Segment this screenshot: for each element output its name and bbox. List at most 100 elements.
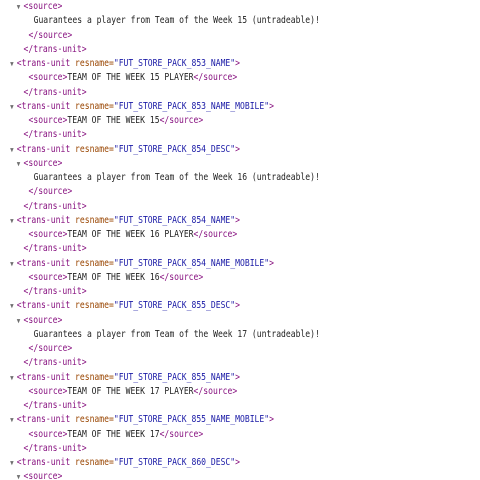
xml-tag: </source> [28,343,73,354]
xml-attribute-value: "FUT_STORE_PACK_860_DESC" [113,457,236,468]
xml-line[interactable]: ▼ <trans-unit resname="FUT_STORE_PACK_854… [0,214,480,228]
xml-attribute-name: resname= [75,457,114,468]
xml-tag: <source> [23,314,63,326]
xml-line[interactable]: ▼ <trans-unit resname="FUT_STORE_PACK_854… [0,143,480,157]
disclosure-triangle-down-icon[interactable]: ▼ [10,143,17,157]
xml-line[interactable]: <source>TEAM OF THE WEEK 15</source> [0,114,480,128]
xml-tag: </trans-unit> [23,286,87,297]
xml-text: TEAM OF THE WEEK 17 PLAYER [67,385,194,397]
disclosure-triangle-down-icon[interactable]: ▼ [10,413,17,427]
xml-text: Guarantees a player from Team of the Wee… [33,328,320,340]
xml-tag: <trans-unit [16,143,76,155]
disclosure-triangle-down-icon[interactable]: ▼ [17,470,24,480]
xml-tag: </source> [193,229,238,240]
xml-attribute-name: resname= [75,300,114,312]
xml-tag: <trans-unit [16,58,76,69]
xml-line[interactable]: ▼ <trans-unit resname="FUT_STORE_PACK_855… [0,413,480,427]
xml-line[interactable]: ▼ <trans-unit resname="FUT_STORE_PACK_853… [0,57,480,71]
xml-tag: </source> [28,29,73,41]
xml-tag: </trans-unit> [23,400,87,411]
xml-line[interactable]: </trans-unit> [0,200,480,214]
disclosure-triangle-down-icon[interactable]: ▼ [10,57,17,71]
xml-line[interactable]: <source>TEAM OF THE WEEK 16 PLAYER</sour… [0,228,480,242]
xml-tag: > [235,300,241,312]
xml-tag: > [269,414,274,426]
xml-line[interactable]: <source>TEAM OF THE WEEK 17</source> [0,428,480,442]
xml-tag: </trans-unit> [23,357,87,369]
xml-tag: > [269,100,274,112]
xml-line[interactable]: ▼ <source> [0,0,480,14]
xml-tag: <trans-unit [16,100,76,112]
xml-attribute-name: resname= [75,371,114,383]
xml-attribute-value: "FUT_STORE_PACK_855_NAME_MOBILE" [113,414,270,426]
xml-line[interactable]: </trans-unit> [0,128,480,142]
xml-tag: <trans-unit [16,371,76,383]
xml-attribute-value: "FUT_STORE_PACK_855_NAME" [113,371,236,383]
xml-attribute-value: "FUT_STORE_PACK_854_NAME_MOBILE" [113,257,270,269]
xml-tag: <source> [28,271,68,283]
disclosure-triangle-down-icon[interactable]: ▼ [17,157,24,171]
xml-line[interactable]: Guarantees a player from Team of the Wee… [0,171,480,185]
xml-source-viewer: ▼ <source> Guarantees a player from Team o… [0,0,480,480]
xml-line[interactable]: Guarantees a player from Team of the Wee… [0,328,480,342]
xml-attribute-value: "FUT_STORE_PACK_854_DESC" [113,143,236,155]
xml-line[interactable]: Guarantees a player from Team of the Wee… [0,14,480,28]
xml-line[interactable]: </trans-unit> [0,86,480,100]
xml-tag: > [235,214,241,226]
xml-tag: </source> [159,271,204,283]
xml-line[interactable]: <source>TEAM OF THE WEEK 15 PLAYER</sour… [0,71,480,85]
xml-tag: <source> [28,428,68,440]
xml-tag: <source> [23,471,63,480]
xml-tag: <trans-unit [16,257,76,269]
xml-tag: <source> [28,115,68,126]
xml-tag: <source> [28,385,68,397]
xml-text: TEAM OF THE WEEK 16 PLAYER [67,229,194,240]
xml-tag: </trans-unit> [23,43,87,55]
xml-line[interactable]: </trans-unit> [0,356,480,370]
xml-tag: </trans-unit> [23,200,87,212]
xml-attribute-value: "FUT_STORE_PACK_853_NAME" [113,58,236,69]
xml-attribute-value: "FUT_STORE_PACK_854_NAME" [113,214,236,226]
xml-line[interactable]: </source> [0,185,480,199]
xml-tag: </source> [193,72,238,84]
xml-line[interactable]: ▼ <trans-unit resname="FUT_STORE_PACK_855… [0,299,480,313]
disclosure-triangle-down-icon[interactable]: ▼ [10,456,17,470]
xml-tag: <trans-unit [16,414,76,426]
xml-tag: </trans-unit> [23,442,87,454]
disclosure-triangle-down-icon[interactable]: ▼ [10,100,17,114]
xml-tag: > [235,371,241,383]
xml-tag: > [235,457,241,468]
xml-line[interactable]: </trans-unit> [0,43,480,57]
xml-line[interactable]: </trans-unit> [0,399,480,413]
disclosure-triangle-down-icon[interactable]: ▼ [10,214,17,228]
xml-line[interactable]: </trans-unit> [0,242,480,256]
disclosure-triangle-down-icon[interactable]: ▼ [10,257,17,271]
xml-tag: > [269,257,274,269]
xml-attribute-name: resname= [75,58,114,69]
xml-tag: <trans-unit [16,457,76,468]
xml-line[interactable]: ▼ <trans-unit resname="FUT_STORE_PACK_854… [0,257,480,271]
xml-line[interactable]: ▼ <trans-unit resname="FUT_STORE_PACK_853… [0,100,480,114]
xml-text: TEAM OF THE WEEK 17 [67,428,160,440]
disclosure-triangle-down-icon[interactable]: ▼ [10,371,17,385]
xml-line[interactable]: ▼ <trans-unit resname="FUT_STORE_PACK_855… [0,371,480,385]
xml-line[interactable]: </source> [0,342,480,356]
xml-line[interactable]: ▼ <trans-unit resname="FUT_STORE_PACK_860… [0,456,480,470]
xml-line[interactable]: <source>TEAM OF THE WEEK 17 PLAYER</sour… [0,385,480,399]
disclosure-triangle-down-icon[interactable]: ▼ [17,314,24,328]
xml-text: Guarantees a player from Team of the Wee… [33,172,320,183]
xml-line[interactable]: ▼ <source> [0,470,480,480]
xml-line[interactable]: <source>TEAM OF THE WEEK 16</source> [0,271,480,285]
xml-tag: <source> [23,157,63,169]
xml-line[interactable]: ▼ <source> [0,314,480,328]
xml-tag: <trans-unit [16,214,76,226]
xml-line[interactable]: </source> [0,29,480,43]
xml-line[interactable]: ▼ <source> [0,157,480,171]
xml-tag: <source> [28,229,68,240]
disclosure-triangle-down-icon[interactable]: ▼ [17,0,24,14]
xml-line[interactable]: </trans-unit> [0,285,480,299]
xml-attribute-name: resname= [75,214,114,226]
xml-tag: </source> [193,385,238,397]
xml-line[interactable]: </trans-unit> [0,442,480,456]
disclosure-triangle-down-icon[interactable]: ▼ [10,299,17,313]
